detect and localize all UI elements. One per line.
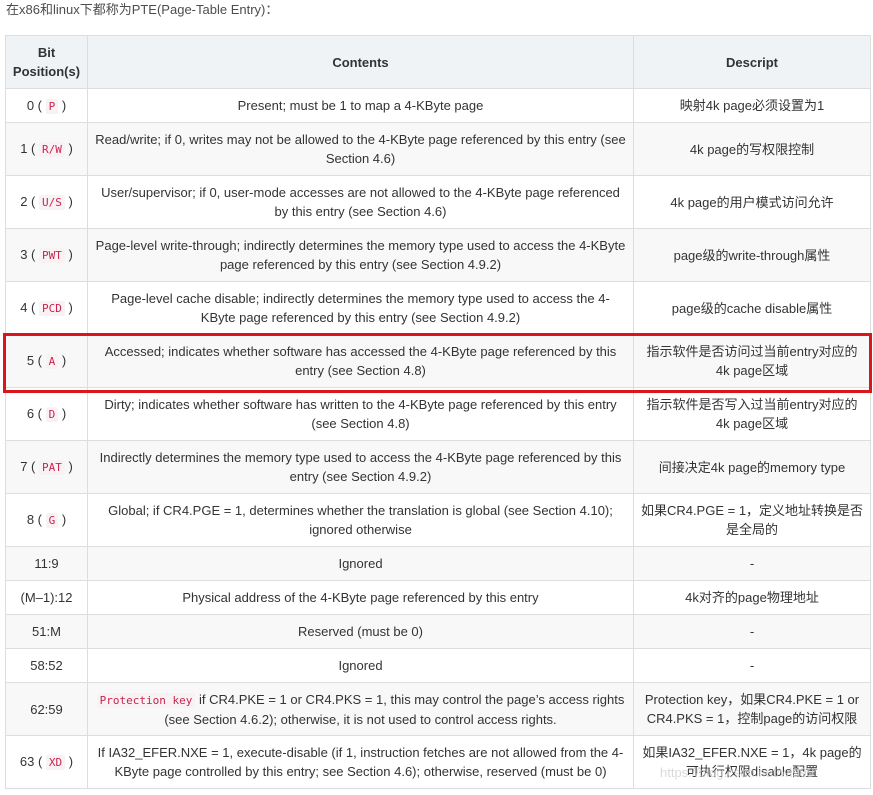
contents-cell: Protection key if CR4.PKE = 1 or CR4.PKS… <box>87 682 634 736</box>
descript-cell: 4k对齐的page物理地址 <box>633 580 871 615</box>
table-row: 3 ( PWT ) Page-level write-through; indi… <box>5 228 871 282</box>
table-row: 62:59 Protection key if CR4.PKE = 1 or C… <box>5 682 871 736</box>
bit-flag-code: G <box>45 513 59 528</box>
table-row: 63 ( XD ) If IA32_EFER.NXE = 1, execute-… <box>5 735 871 789</box>
bit-flag-code: D <box>45 407 59 422</box>
contents-cell: Read/write; if 0, writes may not be allo… <box>87 122 634 176</box>
bit-flag-code: U/S <box>38 195 65 210</box>
table-row: 7 ( PAT ) Indirectly determines the memo… <box>5 440 871 494</box>
bit-flag-code: XD <box>45 755 66 770</box>
descript-cell: Protection key，如果CR4.PKE = 1 or CR4.PKS … <box>633 682 871 736</box>
descript-cell: 如果IA32_EFER.NXE = 1，4k page的可执行权限disable… <box>633 735 871 789</box>
table-row: 0 ( P ) Present; must be 1 to map a 4-KB… <box>5 88 871 123</box>
bit-cell: 7 ( PAT ) <box>5 440 88 494</box>
bit-cell: (M–1):12 <box>5 580 88 615</box>
bit-cell: 4 ( PCD ) <box>5 281 88 335</box>
descript-cell: 4k page的写权限控制 <box>633 122 871 176</box>
table-header-row: Bit Position(s) Contents Descript <box>5 35 871 89</box>
contents-cell: Accessed; indicates whether software has… <box>87 334 634 388</box>
bit-cell: 1 ( R/W ) <box>5 122 88 176</box>
descript-cell: 指示软件是否访问过当前entry对应的4k page区域 <box>633 334 871 388</box>
table-row: 58:52 Ignored - <box>5 648 871 683</box>
table-row-highlighted: 5 ( A ) Accessed; indicates whether soft… <box>5 334 871 388</box>
descript-cell: 间接决定4k page的memory type <box>633 440 871 494</box>
contents-cell: If IA32_EFER.NXE = 1, execute-disable (i… <box>87 735 634 789</box>
descript-cell: page级的write-through属性 <box>633 228 871 282</box>
table-row: 11:9 Ignored - <box>5 546 871 581</box>
table-row: 4 ( PCD ) Page-level cache disable; indi… <box>5 281 871 335</box>
table-row: 6 ( D ) Dirty; indicates whether softwar… <box>5 387 871 441</box>
bit-cell: 2 ( U/S ) <box>5 175 88 229</box>
bit-cell: 0 ( P ) <box>5 88 88 123</box>
bit-cell: 5 ( A ) <box>5 334 88 388</box>
bit-cell: 11:9 <box>5 546 88 581</box>
descript-cell: 4k page的用户模式访问允许 <box>633 175 871 229</box>
header-contents: Contents <box>87 35 634 89</box>
intro-text: 在x86和linux下都称为PTE(Page-Table Entry)： <box>6 2 279 17</box>
bit-cell: 63 ( XD ) <box>5 735 88 789</box>
header-bit-position: Bit Position(s) <box>5 35 88 89</box>
table-row: (M–1):12 Physical address of the 4-KByte… <box>5 580 871 615</box>
descript-cell: 指示软件是否写入过当前entry对应的4k page区域 <box>633 387 871 441</box>
descript-cell: - <box>633 614 871 649</box>
bit-flag-code: A <box>45 354 59 369</box>
bit-flag-code: PWT <box>38 248 65 263</box>
contents-cell: Ignored <box>87 546 634 581</box>
contents-cell: Page-level write-through; indirectly det… <box>87 228 634 282</box>
descript-cell: 映射4k page必须设置为1 <box>633 88 871 123</box>
descript-cell: 如果CR4.PGE = 1，定义地址转换是否是全局的 <box>633 493 871 547</box>
bit-flag-code: P <box>45 98 59 114</box>
contents-cell: Present; must be 1 to map a 4-KByte page <box>87 88 634 123</box>
pte-table: Bit Position(s) Contents Descript 0 ( P )… <box>5 35 871 789</box>
bit-flag-code: PCD <box>38 301 65 316</box>
contents-cell: Indirectly determines the memory type us… <box>87 440 634 494</box>
bit-flag-code: R/W <box>38 142 65 157</box>
bit-cell: 51:M <box>5 614 88 649</box>
contents-cell: Reserved (must be 0) <box>87 614 634 649</box>
descript-cell: - <box>633 546 871 581</box>
descript-cell: page级的cache disable属性 <box>633 281 871 335</box>
contents-cell: Physical address of the 4-KByte page ref… <box>87 580 634 615</box>
table-row: 8 ( G ) Global; if CR4.PGE = 1, determin… <box>5 493 871 547</box>
contents-cell: User/supervisor; if 0, user-mode accesse… <box>87 175 634 229</box>
contents-cell: Page-level cache disable; indirectly det… <box>87 281 634 335</box>
bit-cell: 3 ( PWT ) <box>5 228 88 282</box>
bit-cell: 6 ( D ) <box>5 387 88 441</box>
bit-cell: 62:59 <box>5 682 88 736</box>
protection-key-code: Protection key <box>96 692 196 708</box>
table-row: 51:M Reserved (must be 0) - <box>5 614 871 649</box>
contents-cell: Dirty; indicates whether software has wr… <box>87 387 634 441</box>
table-row: 1 ( R/W ) Read/write; if 0, writes may n… <box>5 122 871 176</box>
table-row: 2 ( U/S ) User/supervisor; if 0, user-mo… <box>5 175 871 229</box>
contents-cell: Global; if CR4.PGE = 1, determines wheth… <box>87 493 634 547</box>
bit-flag-code: PAT <box>38 460 65 475</box>
bit-cell: 8 ( G ) <box>5 493 88 547</box>
contents-cell: Ignored <box>87 648 634 683</box>
descript-cell: - <box>633 648 871 683</box>
header-descript: Descript <box>633 35 871 89</box>
bit-cell: 58:52 <box>5 648 88 683</box>
